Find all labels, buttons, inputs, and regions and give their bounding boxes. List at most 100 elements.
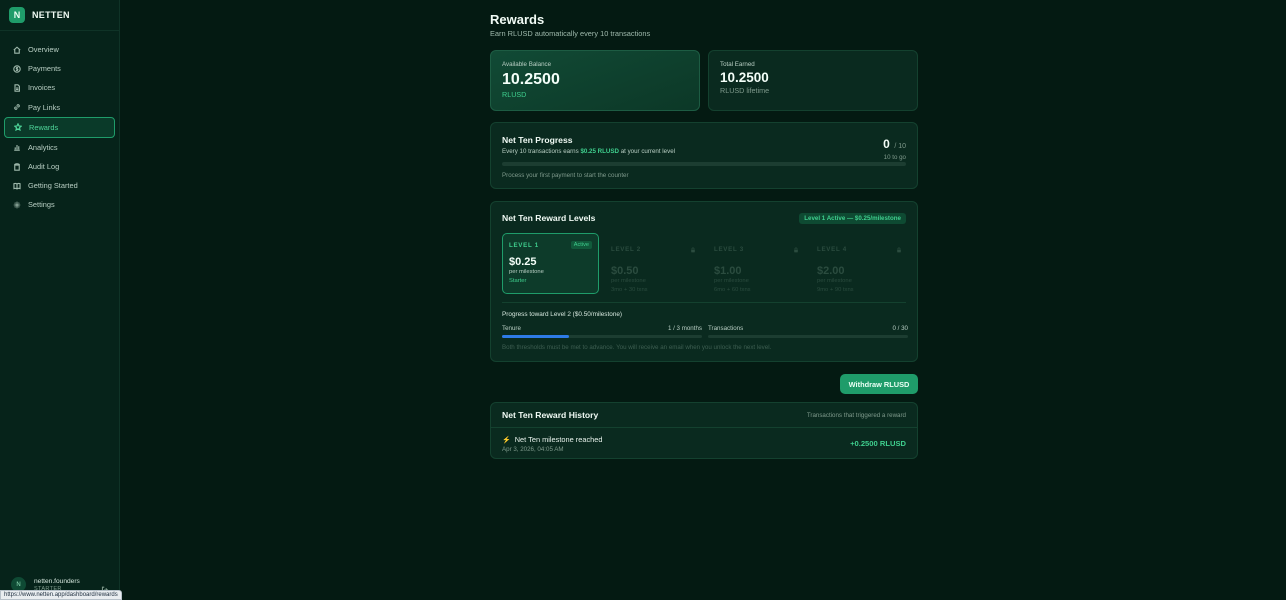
- level-per: per milestone: [611, 278, 646, 284]
- lock-icon: [793, 240, 799, 258]
- sidebar-item-getting-started[interactable]: Getting Started: [4, 176, 115, 195]
- history-header: Net Ten Reward History Transactions that…: [491, 403, 917, 428]
- page-title: Rewards: [490, 12, 545, 27]
- sidebar-item-settings[interactable]: Settings: [4, 195, 115, 214]
- history-title: Net Ten Reward History: [502, 410, 599, 420]
- tenure-bar: [502, 335, 702, 338]
- earned-unit: RLUSD lifetime: [720, 86, 770, 95]
- level-per: per milestone: [714, 278, 749, 284]
- sidebar-item-rewards[interactable]: Rewards: [4, 116, 115, 138]
- lock-icon: [896, 240, 902, 258]
- net-ten-progress-card: Net Ten Progress Every 10 transactions e…: [490, 122, 918, 189]
- dollar-circle-icon: [12, 64, 21, 73]
- transactions-value: 0 / 30: [892, 325, 908, 332]
- level-amount: $2.00: [817, 265, 845, 277]
- logout-icon[interactable]: [101, 581, 109, 593]
- sidebar-item-label: Payments: [28, 64, 61, 74]
- sidebar-item-overview[interactable]: Overview: [4, 40, 115, 59]
- lock-icon: [690, 240, 696, 258]
- total-earned-card: Total Earned 10.2500 RLUSD lifetime: [708, 50, 918, 111]
- brand[interactable]: N NETTEN: [0, 0, 119, 31]
- level-tier: 9mo + 90 txns: [817, 287, 854, 293]
- bar-chart-icon: [12, 143, 21, 152]
- document-icon: [12, 83, 21, 92]
- history-item-title: Net Ten milestone reached: [514, 435, 603, 444]
- progress-bar: [502, 162, 906, 166]
- link-icon: [12, 103, 21, 112]
- level-amount: $1.00: [714, 265, 742, 277]
- level-tier: 3mo + 30 txns: [611, 287, 648, 293]
- active-badge: Active: [570, 241, 592, 249]
- sidebar-nav: Overview Payments Invoices Pay Links Rew…: [0, 31, 119, 215]
- divider: [502, 302, 906, 303]
- transactions-label: Transactions: [708, 325, 744, 332]
- level-card-4: LEVEL 4 $2.00 per milestone 9mo + 90 txn…: [811, 233, 908, 294]
- progress-description: Every 10 transactions earns $0.25 RLUSD …: [502, 148, 906, 155]
- star-icon: [13, 123, 22, 132]
- sidebar: N NETTEN Overview Payments Invoices Pay …: [0, 0, 120, 600]
- tenure-threshold: Tenure 1 / 3 months: [502, 325, 702, 338]
- level-card-2: LEVEL 2 $0.50 per milestone 3mo + 30 txn…: [605, 233, 702, 294]
- level-tier: Starter: [509, 278, 527, 284]
- progress-desc-amount: $0.25 RLUSD: [580, 148, 619, 155]
- level-amount: $0.50: [611, 265, 639, 277]
- sidebar-item-label: Analytics: [28, 142, 58, 152]
- sidebar-item-invoices[interactable]: Invoices: [4, 78, 115, 97]
- level-name: LEVEL 2: [611, 245, 641, 253]
- earned-label: Total Earned: [720, 61, 755, 68]
- gear-icon: [12, 200, 21, 209]
- level-name: LEVEL 4: [817, 245, 847, 253]
- book-icon: [12, 181, 21, 190]
- progress-to-go: 10 to go: [883, 154, 906, 161]
- level-per: per milestone: [817, 278, 852, 284]
- sidebar-item-payments[interactable]: Payments: [4, 59, 115, 78]
- reward-history-card: Net Ten Reward History Transactions that…: [490, 402, 918, 459]
- level-name: LEVEL 1: [509, 241, 539, 249]
- levels-row: LEVEL 1 Active $0.25 per milestone Start…: [502, 233, 908, 295]
- history-item-amount: +0.2500 RLUSD: [850, 439, 906, 448]
- level-card-3: LEVEL 3 $1.00 per milestone 6mo + 60 txn…: [708, 233, 805, 294]
- level-tier: 6mo + 60 txns: [714, 287, 751, 293]
- history-item-date: Apr 3, 2026, 04:05 AM: [502, 446, 564, 453]
- progress-desc-suffix: at your current level: [620, 148, 676, 155]
- sidebar-item-label: Overview: [28, 45, 59, 55]
- transactions-threshold: Transactions 0 / 30: [708, 325, 908, 338]
- clipboard-icon: [12, 162, 21, 171]
- sidebar-item-label: Rewards: [29, 122, 59, 132]
- sidebar-item-label: Getting Started: [28, 181, 78, 191]
- threshold-note: Both thresholds must be met to advance. …: [502, 344, 772, 351]
- level-status-badge: Level 1 Active — $0.25/milestone: [799, 213, 906, 224]
- level-card-1[interactable]: LEVEL 1 Active $0.25 per milestone Start…: [502, 233, 599, 294]
- sidebar-item-analytics[interactable]: Analytics: [4, 138, 115, 157]
- balance-label: Available Balance: [502, 61, 552, 68]
- sidebar-item-label: Pay Links: [28, 102, 61, 112]
- sidebar-item-pay-links[interactable]: Pay Links: [4, 98, 115, 117]
- earned-value: 10.2500: [720, 70, 769, 85]
- home-icon: [12, 45, 21, 54]
- withdraw-button[interactable]: Withdraw RLUSD: [840, 374, 918, 394]
- reward-levels-card: Net Ten Reward Levels Level 1 Active — $…: [490, 201, 918, 362]
- lightning-icon: ⚡: [502, 436, 511, 444]
- tenure-bar-fill: [502, 335, 569, 338]
- brand-logo: N: [9, 7, 25, 23]
- user-name: netten.founders: [34, 577, 80, 585]
- balance-unit: RLUSD: [502, 90, 527, 99]
- progress-desc-prefix: Every 10 transactions earns: [502, 148, 579, 155]
- page-subtitle: Earn RLUSD automatically every 10 transa…: [490, 29, 651, 38]
- transactions-bar: [708, 335, 908, 338]
- list-item[interactable]: ⚡ Net Ten milestone reached Apr 3, 2026,…: [491, 428, 917, 460]
- progress-footer: Process your first payment to start the …: [502, 172, 629, 179]
- tenure-value: 1 / 3 months: [667, 325, 702, 332]
- progress-total: / 10: [894, 143, 906, 150]
- level-amount: $0.25: [509, 256, 537, 268]
- progress-title: Net Ten Progress: [502, 135, 573, 145]
- tenure-label: Tenure: [502, 325, 521, 332]
- sidebar-item-label: Invoices: [28, 83, 56, 93]
- sidebar-item-audit-log[interactable]: Audit Log: [4, 157, 115, 176]
- progress-counter: 0 / 10 10 to go: [883, 135, 906, 161]
- brand-name: NETTEN: [32, 10, 70, 20]
- progress-count: 0: [883, 137, 890, 151]
- balance-value: 10.2500: [502, 71, 560, 88]
- level-per: per milestone: [509, 269, 544, 275]
- available-balance-card: Available Balance 10.2500 RLUSD: [490, 50, 700, 111]
